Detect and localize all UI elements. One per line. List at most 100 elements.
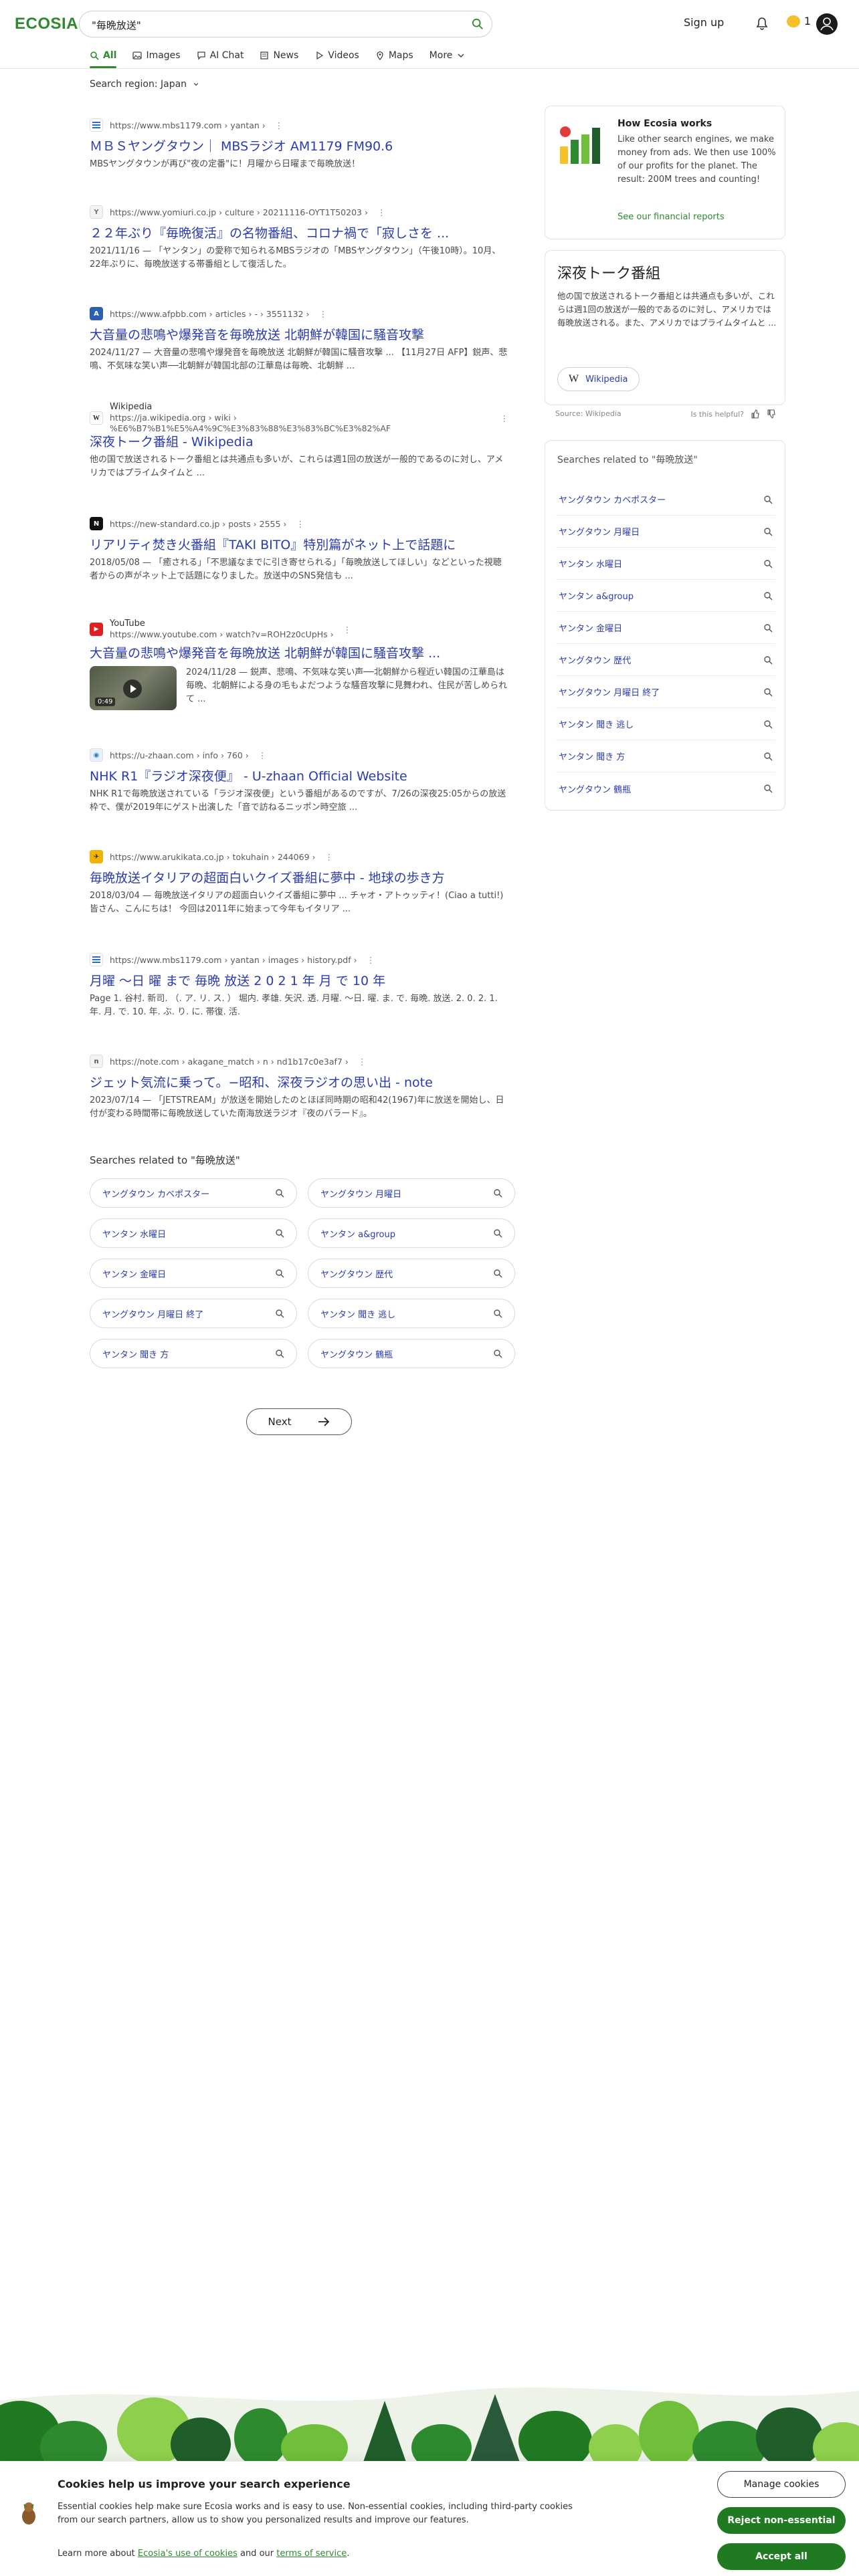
user-icon	[820, 17, 834, 31]
video-thumbnail[interactable]: 0:49	[90, 666, 177, 710]
result-source[interactable]: Y https://www.yomiuri.co.jp › culture › …	[90, 203, 508, 221]
how-card-body: Like other search engines, we make money…	[617, 134, 776, 185]
related-search-pill[interactable]: ヤングタウン 歴代	[308, 1259, 515, 1288]
result-url: https://ja.wikipedia.org › wiki › %E6%B7…	[110, 413, 391, 433]
related-search-pill[interactable]: ヤングタウン カベポスター	[90, 1178, 297, 1208]
sidebar-related-item[interactable]: ヤングタウン 歴代	[556, 644, 775, 676]
search-icon	[494, 1350, 502, 1358]
tab-images[interactable]: Images	[132, 45, 181, 66]
search-region-select[interactable]: Search region: Japan	[90, 79, 199, 90]
result-title[interactable]: 月曜 〜日 曜 まで 毎晩 放送 2 0 2 1 年 月 で 10 年	[90, 972, 508, 990]
tab-videos[interactable]: Videos	[314, 45, 359, 66]
more-options-icon[interactable]: ⋮	[367, 955, 375, 965]
more-options-icon[interactable]: ⋮	[325, 852, 334, 862]
related-search-pill[interactable]: ヤンタン 聞き 方	[90, 1339, 297, 1368]
result-source[interactable]: N https://new-standard.co.jp › posts › 2…	[90, 515, 508, 532]
result-source[interactable]: ✈ https://www.arukikata.co.jp › tokuhain…	[90, 848, 508, 865]
result-title[interactable]: 大音量の悲鳴や爆発音を毎晩放送 北朝鮮が韓国に騒音攻撃 ...	[90, 645, 508, 662]
tab-ai-chat[interactable]: AI Chat	[197, 45, 244, 66]
result-title[interactable]: NHK R1『ラジオ深夜便』 - U-zhaan Official Websit…	[90, 768, 508, 785]
forest-illustration	[0, 2387, 859, 2468]
result-title[interactable]: ジェット気流に乗って。−昭和、深夜ラジオの思い出 - note	[90, 1074, 508, 1091]
sidebar-related-item[interactable]: ヤンタン 聞き 逃し	[556, 708, 775, 740]
search-icon	[764, 687, 773, 696]
search-icon	[90, 51, 99, 60]
result-source[interactable]: ▶ YouTube https://www.youtube.com › watc…	[90, 618, 508, 641]
result-source[interactable]: A https://www.afpbb.com › articles › - ›…	[90, 305, 508, 322]
more-options-icon[interactable]: ⋮	[358, 1057, 367, 1067]
more-options-icon[interactable]: ⋮	[319, 309, 328, 319]
bell-icon[interactable]	[755, 16, 769, 31]
more-options-icon[interactable]: ⋮	[258, 750, 267, 760]
result-source[interactable]: https://www.mbs1179.com › yantan › ⋮	[90, 116, 508, 134]
sidebar-related-item[interactable]: ヤングタウン カベポスター	[556, 484, 775, 516]
thumbs-down-icon[interactable]	[767, 409, 776, 419]
sign-up-link[interactable]: Sign up	[684, 16, 724, 29]
tab-more[interactable]: More	[430, 45, 466, 66]
more-options-icon[interactable]: ⋮	[296, 519, 304, 529]
search-input[interactable]	[92, 17, 466, 33]
helpful-prompt: Is this helpful?	[690, 409, 744, 419]
related-search-pill[interactable]: ヤングタウン 月曜日	[308, 1178, 515, 1208]
result-snippet: MBSヤングタウンが再び"夜の定番"に！月曜から日曜まで毎晩放送！	[90, 159, 361, 169]
terms-of-service-link[interactable]: terms of service	[276, 2549, 347, 2559]
related-search-pill[interactable]: ヤンタン 金曜日	[90, 1259, 297, 1288]
next-page-button[interactable]: Next	[246, 1408, 352, 1435]
result-source[interactable]: n https://note.com › akagane_match › n ›…	[90, 1053, 508, 1070]
result-url: https://www.youtube.com › watch?v=ROH2z0…	[110, 629, 334, 639]
tab-all[interactable]: All	[90, 45, 117, 68]
play-icon	[123, 679, 142, 698]
result-source[interactable]: W Wikipedia https://ja.wikipedia.org › w…	[90, 402, 509, 433]
related-search-pill[interactable]: ヤングタウン 鶴瓶	[308, 1339, 515, 1368]
more-options-icon[interactable]: ⋮	[500, 413, 509, 423]
tab-news[interactable]: News	[260, 45, 298, 66]
more-options-icon[interactable]: ⋮	[343, 625, 352, 635]
sidebar-related-item[interactable]: ヤングタウン 月曜日	[556, 516, 775, 548]
more-options-icon[interactable]: ⋮	[275, 120, 284, 130]
avatar[interactable]	[816, 13, 838, 35]
search-icon[interactable]	[472, 18, 484, 30]
favicon-icon	[90, 118, 103, 132]
manage-cookies-button[interactable]: Manage cookies	[717, 2471, 846, 2498]
result-source[interactable]: ◉ https://u-zhaan.com › info › 760 › ⋮	[90, 746, 508, 764]
search-icon	[276, 1269, 284, 1278]
sidebar-related-item[interactable]: ヤンタン 金曜日	[556, 612, 775, 644]
result-title[interactable]: ２２年ぶり『毎晩復活』の名物番組、コロナ禍で「寂しさを ...	[90, 225, 508, 242]
search-result: N https://new-standard.co.jp › posts › 2…	[90, 515, 508, 583]
sidebar-related-item[interactable]: ヤンタン 水曜日	[556, 548, 775, 580]
reject-non-essential-button[interactable]: Reject non-essential	[717, 2507, 846, 2534]
tree-count: 1	[804, 15, 812, 27]
related-search-pill[interactable]: ヤンタン 聞き 逃し	[308, 1299, 515, 1328]
search-icon	[764, 720, 773, 728]
search-bar[interactable]	[79, 11, 492, 37]
result-title[interactable]: 深夜トーク番組 - Wikipedia	[90, 433, 508, 451]
tree-counter[interactable]: 1	[787, 15, 811, 27]
related-search-pill[interactable]: ヤングタウン 月曜日 終了	[90, 1299, 297, 1328]
sidebar-related-item[interactable]: ヤングタウン 鶴瓶	[556, 772, 775, 804]
sidebar-related-item[interactable]: ヤンタン a&group	[556, 580, 775, 612]
wikipedia-button[interactable]: W Wikipedia	[557, 367, 640, 391]
financial-reports-link[interactable]: See our financial reports	[617, 212, 725, 222]
sidebar-related-item[interactable]: ヤンタン 聞き 方	[556, 740, 775, 772]
result-url: https://www.yomiuri.co.jp › culture › 20…	[110, 207, 368, 217]
search-icon	[764, 623, 773, 632]
youtube-icon: ▶	[90, 623, 103, 636]
result-title[interactable]: ＭＢＳヤングタウン｜ MBSラジオ AM1179 FM90.6	[90, 138, 508, 155]
related-search-pill[interactable]: ヤンタン 水曜日	[90, 1218, 297, 1248]
related-search-pill[interactable]: ヤンタン a&group	[308, 1218, 515, 1248]
result-source[interactable]: https://www.mbs1179.com › yantan › image…	[90, 951, 508, 968]
search-icon	[764, 559, 773, 568]
tab-maps[interactable]: Maps	[375, 45, 413, 66]
sidebar-related-item[interactable]: ヤングタウン 月曜日 終了	[556, 676, 775, 708]
favicon-icon: Y	[90, 205, 103, 219]
thumbs-up-icon[interactable]	[751, 409, 760, 419]
search-icon	[764, 752, 773, 760]
accept-all-button[interactable]: Accept all	[717, 2543, 846, 2570]
result-title[interactable]: 大音量の悲鳴や爆発音を毎晩放送 北朝鮮が韓国に騒音攻撃	[90, 326, 508, 344]
result-title[interactable]: リアリティ焚き火番組『TAKI BITO』特別篇がネット上で話題に	[90, 536, 508, 554]
more-options-icon[interactable]: ⋮	[377, 207, 386, 217]
cookie-policy-link[interactable]: Ecosia's use of cookies	[138, 2549, 237, 2559]
search-icon	[494, 1229, 502, 1238]
result-title[interactable]: 毎晩放送イタリアの超面白いクイズ番組に夢中 - 地球の歩き方	[90, 869, 508, 887]
ecosia-logo[interactable]: ECOSIA	[15, 15, 78, 33]
